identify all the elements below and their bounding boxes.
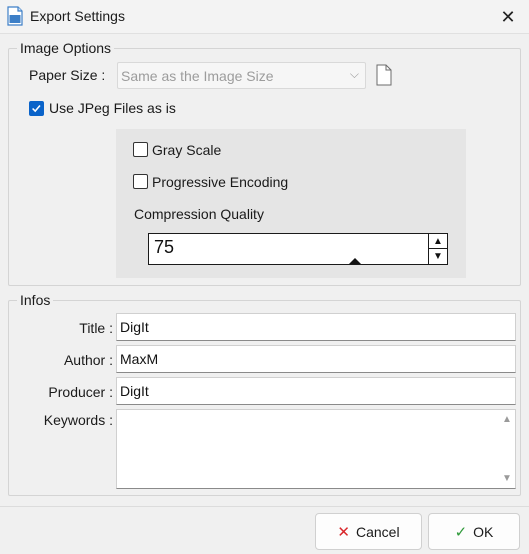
slider-caret-icon bbox=[349, 258, 361, 264]
producer-field[interactable]: DigIt bbox=[116, 377, 516, 405]
image-options-legend: Image Options bbox=[17, 40, 115, 56]
cancel-icon: ✕ bbox=[337, 523, 350, 541]
spin-buttons: ▲ ▼ bbox=[428, 234, 447, 264]
author-label: Author : bbox=[63, 352, 113, 368]
paper-size-value: Same as the Image Size bbox=[121, 68, 274, 84]
infos-legend: Infos bbox=[17, 292, 54, 308]
spin-up-button[interactable]: ▲ bbox=[429, 234, 447, 249]
keywords-textarea[interactable]: ▲ ▼ bbox=[116, 409, 516, 489]
spin-down-button[interactable]: ▼ bbox=[429, 249, 447, 264]
progressive-encoding-checkbox[interactable] bbox=[133, 174, 148, 189]
triangle-up-icon: ▲ bbox=[433, 235, 443, 247]
chevron-down-icon: ⌵ bbox=[349, 67, 359, 81]
paper-size-label: Paper Size : bbox=[29, 67, 106, 83]
gray-scale-checkbox[interactable] bbox=[133, 142, 148, 157]
progressive-encoding-label: Progressive Encoding bbox=[152, 174, 289, 190]
checkmark-icon bbox=[32, 104, 41, 113]
producer-value: DigIt bbox=[120, 383, 149, 399]
ok-checkmark-icon: ✓ bbox=[454, 523, 468, 541]
title-bar: Export Settings ✕ bbox=[0, 0, 529, 34]
compression-quality-value[interactable]: 75 bbox=[154, 237, 174, 258]
producer-label: Producer : bbox=[48, 384, 113, 400]
cancel-label: Cancel bbox=[355, 523, 400, 540]
scroll-down-icon[interactable]: ▼ bbox=[502, 473, 512, 484]
cancel-button[interactable]: ✕ Cancel bbox=[315, 513, 422, 550]
ok-label: OK bbox=[473, 523, 494, 540]
title-field[interactable]: DigIt bbox=[116, 313, 516, 341]
author-field[interactable]: MaxM bbox=[116, 345, 516, 373]
page-icon[interactable] bbox=[376, 64, 392, 86]
window-title: Export Settings bbox=[30, 8, 125, 24]
document-export-icon bbox=[7, 6, 23, 26]
title-value: DigIt bbox=[120, 319, 149, 335]
triangle-down-icon: ▼ bbox=[433, 251, 443, 262]
scroll-up-icon[interactable]: ▲ bbox=[502, 414, 512, 425]
use-jpeg-checkbox[interactable] bbox=[29, 101, 44, 116]
compression-quality-spinbox[interactable]: 75 ▲ ▼ bbox=[148, 233, 448, 265]
keywords-label: Keywords : bbox=[43, 412, 113, 428]
footer-divider bbox=[0, 506, 529, 507]
keywords-scrollbar[interactable]: ▲ ▼ bbox=[501, 412, 513, 486]
paper-size-select[interactable]: Same as the Image Size ⌵ bbox=[117, 62, 366, 89]
gray-scale-label: Gray Scale bbox=[152, 142, 222, 158]
close-button[interactable]: ✕ bbox=[488, 0, 528, 34]
compression-quality-label: Compression Quality bbox=[134, 206, 264, 222]
author-value: MaxM bbox=[120, 351, 159, 367]
close-icon: ✕ bbox=[500, 6, 516, 27]
ok-button[interactable]: ✓ OK bbox=[428, 513, 520, 550]
use-jpeg-label: Use JPeg Files as is bbox=[49, 100, 176, 116]
title-label: Title : bbox=[79, 320, 113, 336]
